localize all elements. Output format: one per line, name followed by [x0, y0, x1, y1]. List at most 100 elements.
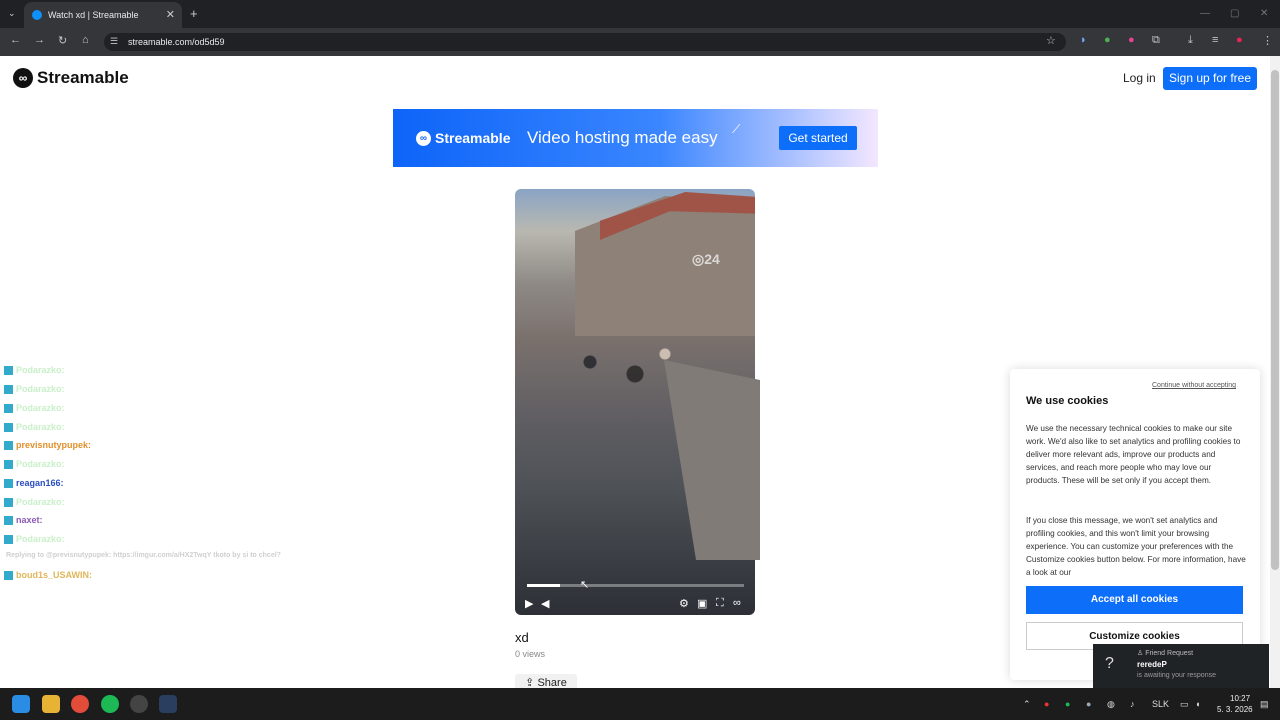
- fullscreen-icon[interactable]: ⛶: [716, 597, 724, 610]
- streamable-favicon-icon: [32, 10, 42, 20]
- clock-date[interactable]: 5. 3. 2026: [1217, 705, 1253, 714]
- video-progress-fill: [527, 584, 560, 587]
- scrollbar-thumb[interactable]: [1271, 70, 1279, 570]
- chat-username: Podarazko:: [16, 365, 65, 375]
- network-icon[interactable]: ▭: [1180, 699, 1189, 710]
- chat-username: naxet:: [16, 515, 43, 525]
- streamable-logo[interactable]: ∞ Streamable: [13, 68, 129, 88]
- chat-username: Podarazko:: [16, 497, 65, 507]
- cookie-title: We use cookies: [1026, 395, 1109, 407]
- chat-username: Podarazko:: [16, 422, 65, 432]
- tray-app-icon[interactable]: ●: [1044, 699, 1049, 709]
- chat-message: Podarazko:: [4, 459, 68, 469]
- extension-u-icon[interactable]: ●: [1128, 34, 1135, 46]
- tray-obs-icon[interactable]: ◍: [1107, 699, 1115, 710]
- banner-tagline: Video hosting made easy: [527, 128, 718, 147]
- speaker-icon[interactable]: ◖: [1195, 699, 1200, 709]
- chat-username: previsnutypupek:: [16, 440, 92, 450]
- chat-badge-icon: [4, 570, 13, 580]
- tab-search-icon[interactable]: ⌄: [8, 8, 16, 19]
- signup-button[interactable]: Sign up for free: [1163, 67, 1257, 90]
- volume-icon[interactable]: ◀: [541, 597, 549, 610]
- reload-icon[interactable]: ↻: [58, 34, 67, 47]
- extension-shield-icon[interactable]: ●: [1104, 34, 1111, 46]
- chat-message: Podarazko:: [4, 534, 68, 544]
- site-header: [0, 56, 1270, 102]
- tab-title: Watch xd | Streamable: [48, 10, 139, 20]
- sparkle-icon: ⟋: [732, 122, 741, 136]
- home-icon[interactable]: ⌂: [82, 34, 89, 46]
- browser-tab[interactable]: Watch xd | Streamable ✕: [24, 2, 182, 28]
- media-control-icon[interactable]: ≡: [1212, 34, 1218, 46]
- tray-steam-icon[interactable]: ●: [1086, 699, 1091, 709]
- chat-reply-context: Replying to @previsnutypupek: https://im…: [6, 552, 281, 559]
- tray-overflow-icon[interactable]: ⌃: [1023, 699, 1031, 710]
- language-indicator[interactable]: SLK: [1152, 699, 1169, 709]
- close-tab-icon[interactable]: ✕: [166, 8, 175, 21]
- streamable-player-logo-icon[interactable]: ∞: [733, 597, 741, 609]
- mouse-cursor-icon: ↖: [580, 579, 590, 591]
- back-icon[interactable]: ←: [10, 34, 21, 46]
- video-views: 0 views: [515, 649, 546, 659]
- banner-brand-text: Streamable: [435, 130, 511, 146]
- chat-badge-icon: [4, 422, 13, 432]
- chat-message: naxet:: [4, 515, 46, 525]
- clock-time[interactable]: 10:27: [1230, 694, 1250, 703]
- cookie-text-2: If you close this message, we won't set …: [1026, 516, 1246, 577]
- login-link[interactable]: Log in: [1123, 71, 1156, 85]
- notification-header: ♙ Friend Request: [1137, 650, 1194, 657]
- unknown-avatar-icon: ?: [1105, 655, 1114, 672]
- video-frame-crowd: [545, 330, 695, 410]
- browser-menu-icon[interactable]: ⋮: [1262, 34, 1273, 47]
- chat-username: Podarazko:: [16, 459, 65, 469]
- picture-in-picture-icon[interactable]: ▣: [697, 597, 707, 610]
- chrome-icon[interactable]: [71, 695, 89, 713]
- chat-badge-icon: [4, 403, 13, 413]
- notification-name: reredeP: [1137, 660, 1167, 669]
- get-started-button[interactable]: Get started: [779, 126, 857, 150]
- chat-username: reagan166:: [16, 478, 64, 488]
- chat-username: Podarazko:: [16, 384, 65, 394]
- play-icon[interactable]: ▶: [525, 597, 533, 610]
- chat-username: Podarazko:: [16, 534, 65, 544]
- continue-without-accepting-link[interactable]: Continue without accepting: [1152, 382, 1236, 389]
- cookie-text-1: We use the necessary technical cookies t…: [1026, 424, 1241, 485]
- banner-brand: ∞ Streamable: [416, 130, 510, 146]
- notification-center-icon[interactable]: ▤: [1260, 699, 1269, 710]
- chat-badge-icon: [4, 384, 13, 394]
- address-bar[interactable]: streamable.com/od5d59: [104, 33, 1066, 51]
- new-tab-icon[interactable]: +: [190, 6, 198, 21]
- close-window-icon[interactable]: ✕: [1260, 8, 1268, 19]
- chat-badge-icon: [4, 515, 13, 525]
- maximize-icon[interactable]: ▢: [1230, 8, 1239, 19]
- chat-badge-icon: [4, 478, 13, 488]
- extensions-puzzle-icon[interactable]: ⧉: [1152, 34, 1160, 47]
- accept-all-cookies-button[interactable]: Accept all cookies: [1026, 586, 1243, 614]
- site-info-icon[interactable]: ☰: [110, 36, 118, 47]
- chat-badge-icon: [4, 497, 13, 507]
- download-icon[interactable]: ⤓: [1188, 34, 1193, 47]
- chat-message: Podarazko:: [4, 365, 68, 375]
- profile-avatar[interactable]: ●: [1236, 34, 1243, 46]
- tray-spotify-icon[interactable]: ●: [1065, 699, 1070, 709]
- chat-username: boud1s_USAWIN:: [16, 570, 93, 580]
- chat-message: boud1s_USAWIN:: [4, 570, 95, 580]
- chat-badge-icon: [4, 459, 13, 469]
- chat-message: reagan166:: [4, 478, 67, 488]
- spotify-icon[interactable]: [101, 695, 119, 713]
- banner-logo-icon: ∞: [416, 130, 431, 146]
- obs-icon[interactable]: [130, 695, 148, 713]
- minimize-icon[interactable]: —: [1200, 8, 1210, 19]
- microphone-icon[interactable]: ♪: [1130, 699, 1135, 709]
- forward-icon[interactable]: →: [34, 34, 45, 46]
- chat-badge-icon: [4, 534, 13, 544]
- chat-message: Podarazko:: [4, 497, 68, 507]
- channel-watermark: ◎24: [692, 251, 720, 267]
- settings-icon[interactable]: ⚙: [679, 597, 689, 610]
- bookmark-star-icon[interactable]: ☆: [1046, 34, 1056, 47]
- streamable-logo-icon: ∞: [13, 68, 33, 88]
- file-explorer-icon[interactable]: [42, 695, 60, 713]
- extension-icon[interactable]: ◗: [1080, 34, 1087, 46]
- steam-icon[interactable]: [159, 695, 177, 713]
- start-icon[interactable]: [12, 695, 30, 713]
